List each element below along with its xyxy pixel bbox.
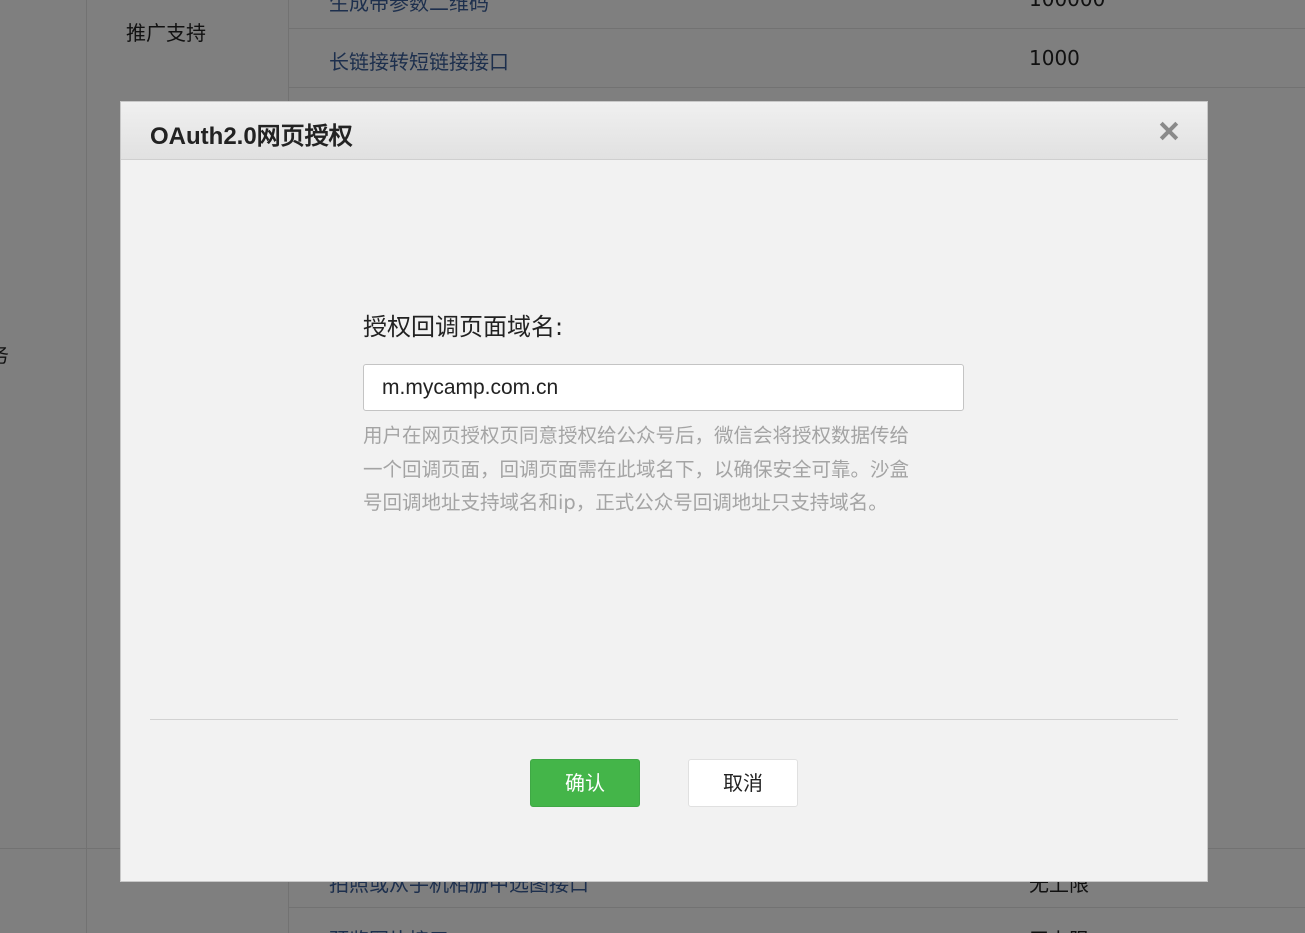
help-text-line: 一个回调页面，回调页面需在此域名下，以确保安全可靠。沙盒	[363, 457, 910, 481]
cancel-button[interactable]: 取消	[688, 759, 798, 807]
oauth-dialog: OAuth2.0网页授权 授权回调页面域名: 用户在网页授权页同意授权给公众号后…	[120, 101, 1208, 882]
help-text-line: 用户在网页授权页同意授权给公众号后，微信会将授权数据传给	[363, 424, 910, 447]
dialog-header: OAuth2.0网页授权	[121, 102, 1207, 160]
domain-input[interactable]	[363, 364, 964, 411]
field-label: 授权回调页面域名:	[363, 313, 564, 341]
help-text-line: 号回调地址支持域名和ip，正式公众号回调地址只支持域名。	[363, 491, 888, 514]
confirm-button[interactable]: 确认	[530, 759, 640, 807]
help-text: 用户在网页授权页同意授权给公众号后，微信会将授权数据传给 一个回调页面，回调页面…	[363, 419, 964, 520]
footer-divider	[150, 719, 1178, 720]
close-icon[interactable]	[1157, 119, 1181, 143]
dialog-title: OAuth2.0网页授权	[150, 123, 353, 150]
